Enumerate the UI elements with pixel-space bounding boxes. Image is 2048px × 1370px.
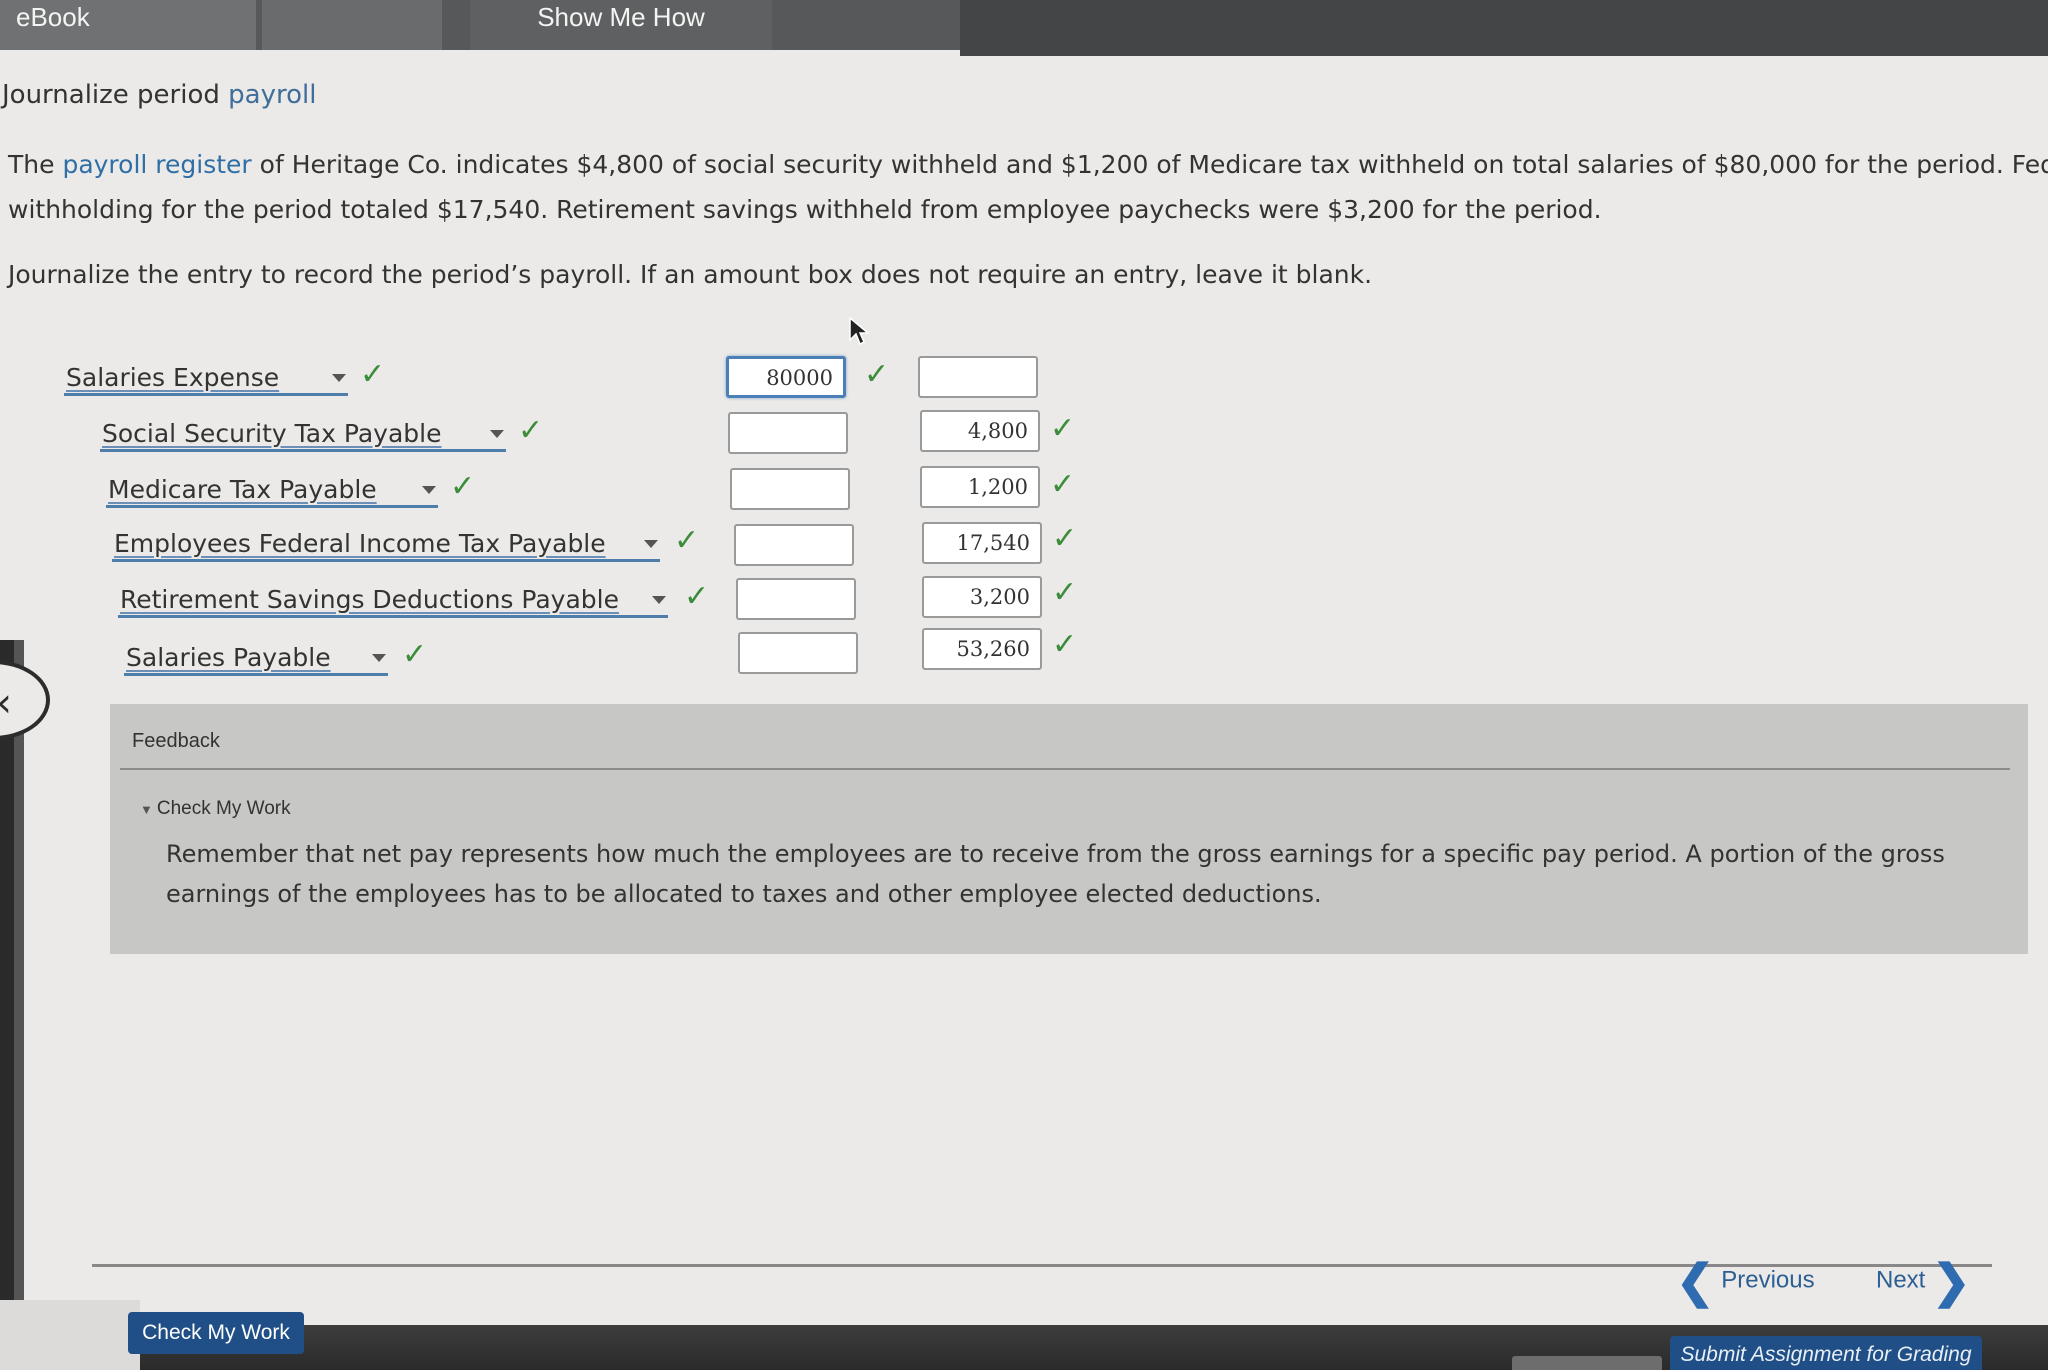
chevron-down-icon (372, 654, 386, 662)
check-my-work-toggle[interactable]: ▼ Check My Work (140, 798, 291, 820)
debit-input[interactable]: 80000 (726, 356, 846, 398)
payroll-register-link[interactable]: payroll register (62, 150, 251, 179)
chevron-down-icon (332, 374, 346, 382)
divider (120, 768, 2010, 770)
chevron-down-icon (652, 596, 666, 604)
check-my-work-button[interactable]: Check My Work (128, 1312, 304, 1354)
check-icon: ✓ (1052, 521, 1078, 556)
account-dropdown[interactable]: Salaries Payable (124, 642, 388, 676)
account-label: Salaries Expense (66, 363, 280, 392)
chevron-right-icon: ❯ (1932, 1255, 1971, 1307)
left-rail (0, 640, 30, 1370)
check-icon: ✓ (674, 523, 700, 558)
previous-label: Previous (1721, 1266, 1815, 1294)
tab-show-me-how[interactable]: Show Me How (470, 0, 772, 50)
submit-assignment-button[interactable]: Submit Assignment for Grading (1670, 1336, 1982, 1370)
feedback-title: Feedback (132, 730, 220, 752)
tab-spacer (262, 0, 442, 50)
toggle-label: Check My Work (156, 798, 291, 819)
check-icon: ✓ (518, 413, 544, 448)
account-dropdown[interactable]: Social Security Tax Payable (100, 418, 506, 452)
next-button[interactable]: Next ❯ (1876, 1254, 1971, 1308)
tab-bar-filler (960, 0, 2048, 56)
account-dropdown[interactable]: Employees Federal Income Tax Payable (112, 528, 660, 562)
problem-statement: The payroll register of Heritage Co. ind… (8, 142, 2048, 232)
check-icon: ✓ (450, 469, 476, 504)
debit-input[interactable] (736, 578, 856, 620)
problem-text-2: of Heritage Co. indicates $4,800 of soci… (251, 150, 2048, 179)
credit-input[interactable]: 3,200 (922, 576, 1042, 618)
account-label: Retirement Savings Deductions Payable (120, 585, 619, 614)
check-icon: ✓ (360, 357, 386, 392)
credit-input[interactable]: 1,200 (920, 466, 1040, 508)
payroll-link[interactable]: payroll (228, 80, 316, 110)
title-text: Journalize period (2, 80, 220, 110)
check-icon: ✓ (402, 637, 428, 672)
account-dropdown[interactable]: Medicare Tax Payable (106, 474, 438, 508)
page: eBook Show Me How Journalize period payr… (0, 0, 2048, 1370)
chevron-down-icon (422, 486, 436, 494)
chevron-left-icon: ‹ (0, 680, 12, 726)
account-dropdown[interactable]: Salaries Expense (64, 362, 348, 396)
account-label: Medicare Tax Payable (108, 475, 377, 504)
credit-input[interactable] (918, 356, 1038, 398)
check-icon: ✓ (1052, 627, 1078, 662)
bottom-tab-stub (1512, 1356, 1662, 1370)
debit-input[interactable] (730, 468, 850, 510)
feedback-panel: Feedback ▼ Check My Work Remember that ne… (110, 704, 2028, 954)
instructions: Journalize the entry to record the perio… (8, 260, 1373, 289)
mouse-cursor-icon (849, 316, 870, 346)
debit-input[interactable] (734, 524, 854, 566)
tab-ebook[interactable]: eBook (0, 0, 256, 50)
top-tab-bar: eBook Show Me How (0, 0, 2048, 56)
account-label: Social Security Tax Payable (102, 419, 442, 448)
credit-input[interactable]: 53,260 (922, 628, 1042, 670)
account-dropdown[interactable]: Retirement Savings Deductions Payable (118, 584, 668, 618)
check-icon: ✓ (1050, 467, 1076, 502)
next-label: Next (1876, 1266, 1926, 1294)
page-title: Journalize period payroll (2, 80, 316, 110)
check-icon: ✓ (684, 579, 710, 614)
account-label: Salaries Payable (126, 643, 331, 672)
chevron-down-icon (490, 430, 504, 438)
credit-input[interactable]: 4,800 (920, 410, 1040, 452)
check-icon: ✓ (1050, 411, 1076, 446)
problem-text-3: withholding for the period totaled $17,5… (8, 195, 1602, 224)
chevron-left-icon: ❮ (1676, 1255, 1715, 1307)
check-icon: ✓ (864, 357, 890, 392)
credit-input[interactable]: 17,540 (922, 522, 1042, 564)
triangle-down-icon: ▼ (140, 802, 153, 817)
account-label: Employees Federal Income Tax Payable (114, 529, 606, 558)
previous-button[interactable]: ❮ Previous (1676, 1254, 1815, 1308)
bottom-bar-left (0, 1300, 140, 1370)
check-icon: ✓ (1052, 575, 1078, 610)
chevron-down-icon (644, 540, 658, 548)
debit-input[interactable] (738, 632, 858, 674)
problem-text-1: The (8, 150, 63, 179)
feedback-text: Remember that net pay represents how muc… (166, 840, 1945, 908)
debit-input[interactable] (728, 412, 848, 454)
